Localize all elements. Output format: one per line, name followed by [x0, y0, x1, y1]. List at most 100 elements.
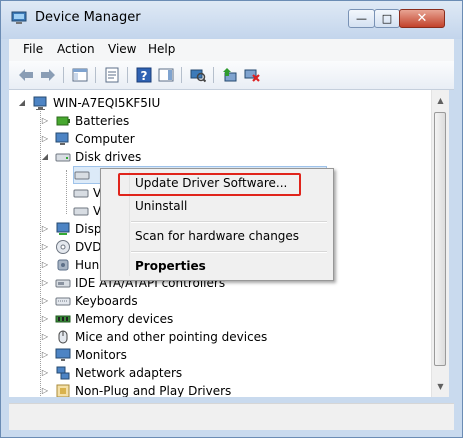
window-title: Device Manager: [35, 10, 141, 25]
toolbar-separator: [127, 67, 128, 83]
tree-item-monitors[interactable]: ▷ Monitors: [40, 346, 127, 364]
tree-root-label: WIN-A7EQI5KF5IU: [53, 96, 161, 110]
tree-item-display-adapters[interactable]: ▷ Disp: [40, 220, 102, 238]
tree-item-memory-devices[interactable]: ▷ Memory devices: [40, 310, 174, 328]
tree-item-label: Disk drives: [75, 150, 142, 164]
scrollbar-thumb[interactable]: [434, 112, 446, 366]
tree-item-keyboards[interactable]: ▷ Keyboards: [40, 292, 138, 310]
tree-item-mice[interactable]: ▷ Mice and other pointing devices: [40, 328, 268, 346]
scroll-down-icon[interactable]: ▼: [432, 378, 449, 395]
network-adapter-icon: [55, 365, 71, 381]
tree-item-label: Keyboards: [75, 294, 138, 308]
maximize-button[interactable]: □: [374, 9, 400, 28]
mouse-icon: [55, 329, 71, 345]
device-manager-window: Device Manager — □ ✕ File Action View He…: [0, 0, 463, 438]
display-adapter-icon: [55, 221, 71, 237]
toolbar-separator: [181, 67, 182, 83]
toolbar-separator: [63, 67, 64, 83]
tree-item-label: Mice and other pointing devices: [75, 330, 268, 344]
drive-icon: [73, 203, 89, 219]
drive-icon: [73, 185, 89, 201]
close-icon: ✕: [416, 11, 428, 26]
show-hide-tree-icon[interactable]: [71, 66, 89, 84]
tree-item-label: Network adapters: [75, 366, 183, 380]
menu-view[interactable]: View: [104, 42, 140, 56]
update-driver-icon[interactable]: [221, 66, 239, 84]
tree-item-label: Memory devices: [75, 312, 174, 326]
tree-item-network-adapters[interactable]: ▷ Network adapters: [40, 364, 183, 382]
expand-arrow-icon[interactable]: ▷: [40, 386, 50, 395]
menu-uninstall[interactable]: Uninstall: [101, 195, 331, 217]
menu-action[interactable]: Action: [53, 42, 99, 56]
device-manager-app-icon: [11, 11, 27, 25]
expand-arrow-icon[interactable]: ▷: [40, 278, 50, 287]
menu-bar: File Action View Help: [9, 39, 454, 62]
help-icon[interactable]: ?: [135, 66, 153, 84]
expand-arrow-icon[interactable]: ▷: [40, 332, 50, 341]
expand-arrow-icon[interactable]: ▷: [40, 134, 50, 143]
keyboard-icon: [55, 293, 71, 309]
scan-hardware-icon[interactable]: [189, 66, 207, 84]
tree-item-batteries[interactable]: ▷ Batteries: [40, 112, 130, 130]
tree-item-drive[interactable]: V: [73, 184, 101, 202]
minimize-icon: —: [356, 12, 367, 25]
toolbar: ?: [9, 61, 454, 90]
dvd-icon: [55, 239, 71, 255]
tree-item-disk-drives[interactable]: ◢ Disk drives: [40, 148, 142, 166]
minimize-button[interactable]: —: [348, 9, 375, 28]
tree-item-label: Non-Plug and Play Drivers: [75, 384, 232, 397]
disk-drive-icon: [55, 149, 71, 165]
menu-file[interactable]: File: [19, 42, 47, 56]
expand-arrow-icon[interactable]: ▷: [40, 368, 50, 377]
uninstall-icon[interactable]: [243, 66, 261, 84]
computer-icon: [55, 131, 71, 147]
menu-properties[interactable]: Properties: [101, 255, 331, 277]
close-button[interactable]: ✕: [399, 9, 445, 28]
tree-root[interactable]: ◢ WIN-A7EQI5KF5IU: [17, 94, 160, 112]
tree-item-label: Disp: [75, 222, 102, 236]
tree-item-drive[interactable]: V: [73, 202, 101, 220]
properties-icon[interactable]: [103, 66, 121, 84]
tree-item-label: Computer: [75, 132, 135, 146]
menu-scan-hardware[interactable]: Scan for hardware changes: [101, 225, 331, 247]
drive-icon: [74, 167, 90, 183]
svg-text:?: ?: [141, 69, 148, 83]
toolbar-separator: [95, 67, 96, 83]
tree-item-dvd[interactable]: ▷ DVD: [40, 238, 102, 256]
driver-icon: [55, 383, 71, 397]
vertical-scrollbar[interactable]: ▲ ▼: [431, 90, 449, 397]
expand-arrow-icon[interactable]: ▷: [40, 116, 50, 125]
action-pane-icon[interactable]: [157, 66, 175, 84]
tree-item-computer[interactable]: ▷ Computer: [40, 130, 135, 148]
toolbar-separator: [213, 67, 214, 83]
collapse-arrow-icon[interactable]: ◢: [17, 98, 27, 107]
expand-arrow-icon[interactable]: ▷: [40, 242, 50, 251]
back-arrow-icon[interactable]: [17, 66, 35, 84]
expand-arrow-icon[interactable]: ▷: [40, 296, 50, 305]
expand-arrow-icon[interactable]: ▷: [40, 224, 50, 233]
maximize-icon: □: [381, 12, 393, 25]
expand-arrow-icon[interactable]: ▷: [40, 314, 50, 323]
collapse-arrow-icon[interactable]: ◢: [40, 152, 50, 161]
title-bar[interactable]: Device Manager — □ ✕: [1, 1, 462, 39]
forward-arrow-icon[interactable]: [39, 66, 57, 84]
computer-icon: [33, 95, 49, 111]
highlight-box: [118, 173, 301, 196]
tree-item-non-pnp-drivers[interactable]: ▷ Non-Plug and Play Drivers: [40, 382, 232, 397]
ide-controller-icon: [55, 275, 71, 291]
scroll-up-icon[interactable]: ▲: [432, 92, 449, 109]
expand-arrow-icon[interactable]: ▷: [40, 260, 50, 269]
menu-separator: [131, 221, 327, 223]
expand-arrow-icon[interactable]: ▷: [40, 350, 50, 359]
hid-icon: [55, 257, 71, 273]
tree-item-hid[interactable]: ▷ Hun: [40, 256, 100, 274]
tree-item-label: Batteries: [75, 114, 130, 128]
menu-help[interactable]: Help: [144, 42, 179, 56]
tree-item-label: Hun: [75, 258, 100, 272]
battery-icon: [55, 113, 71, 129]
monitor-icon: [55, 347, 71, 363]
tree-item-label: DVD: [75, 240, 102, 254]
status-bar: [9, 403, 454, 430]
tree-line: [66, 170, 67, 214]
menu-separator: [131, 251, 327, 253]
